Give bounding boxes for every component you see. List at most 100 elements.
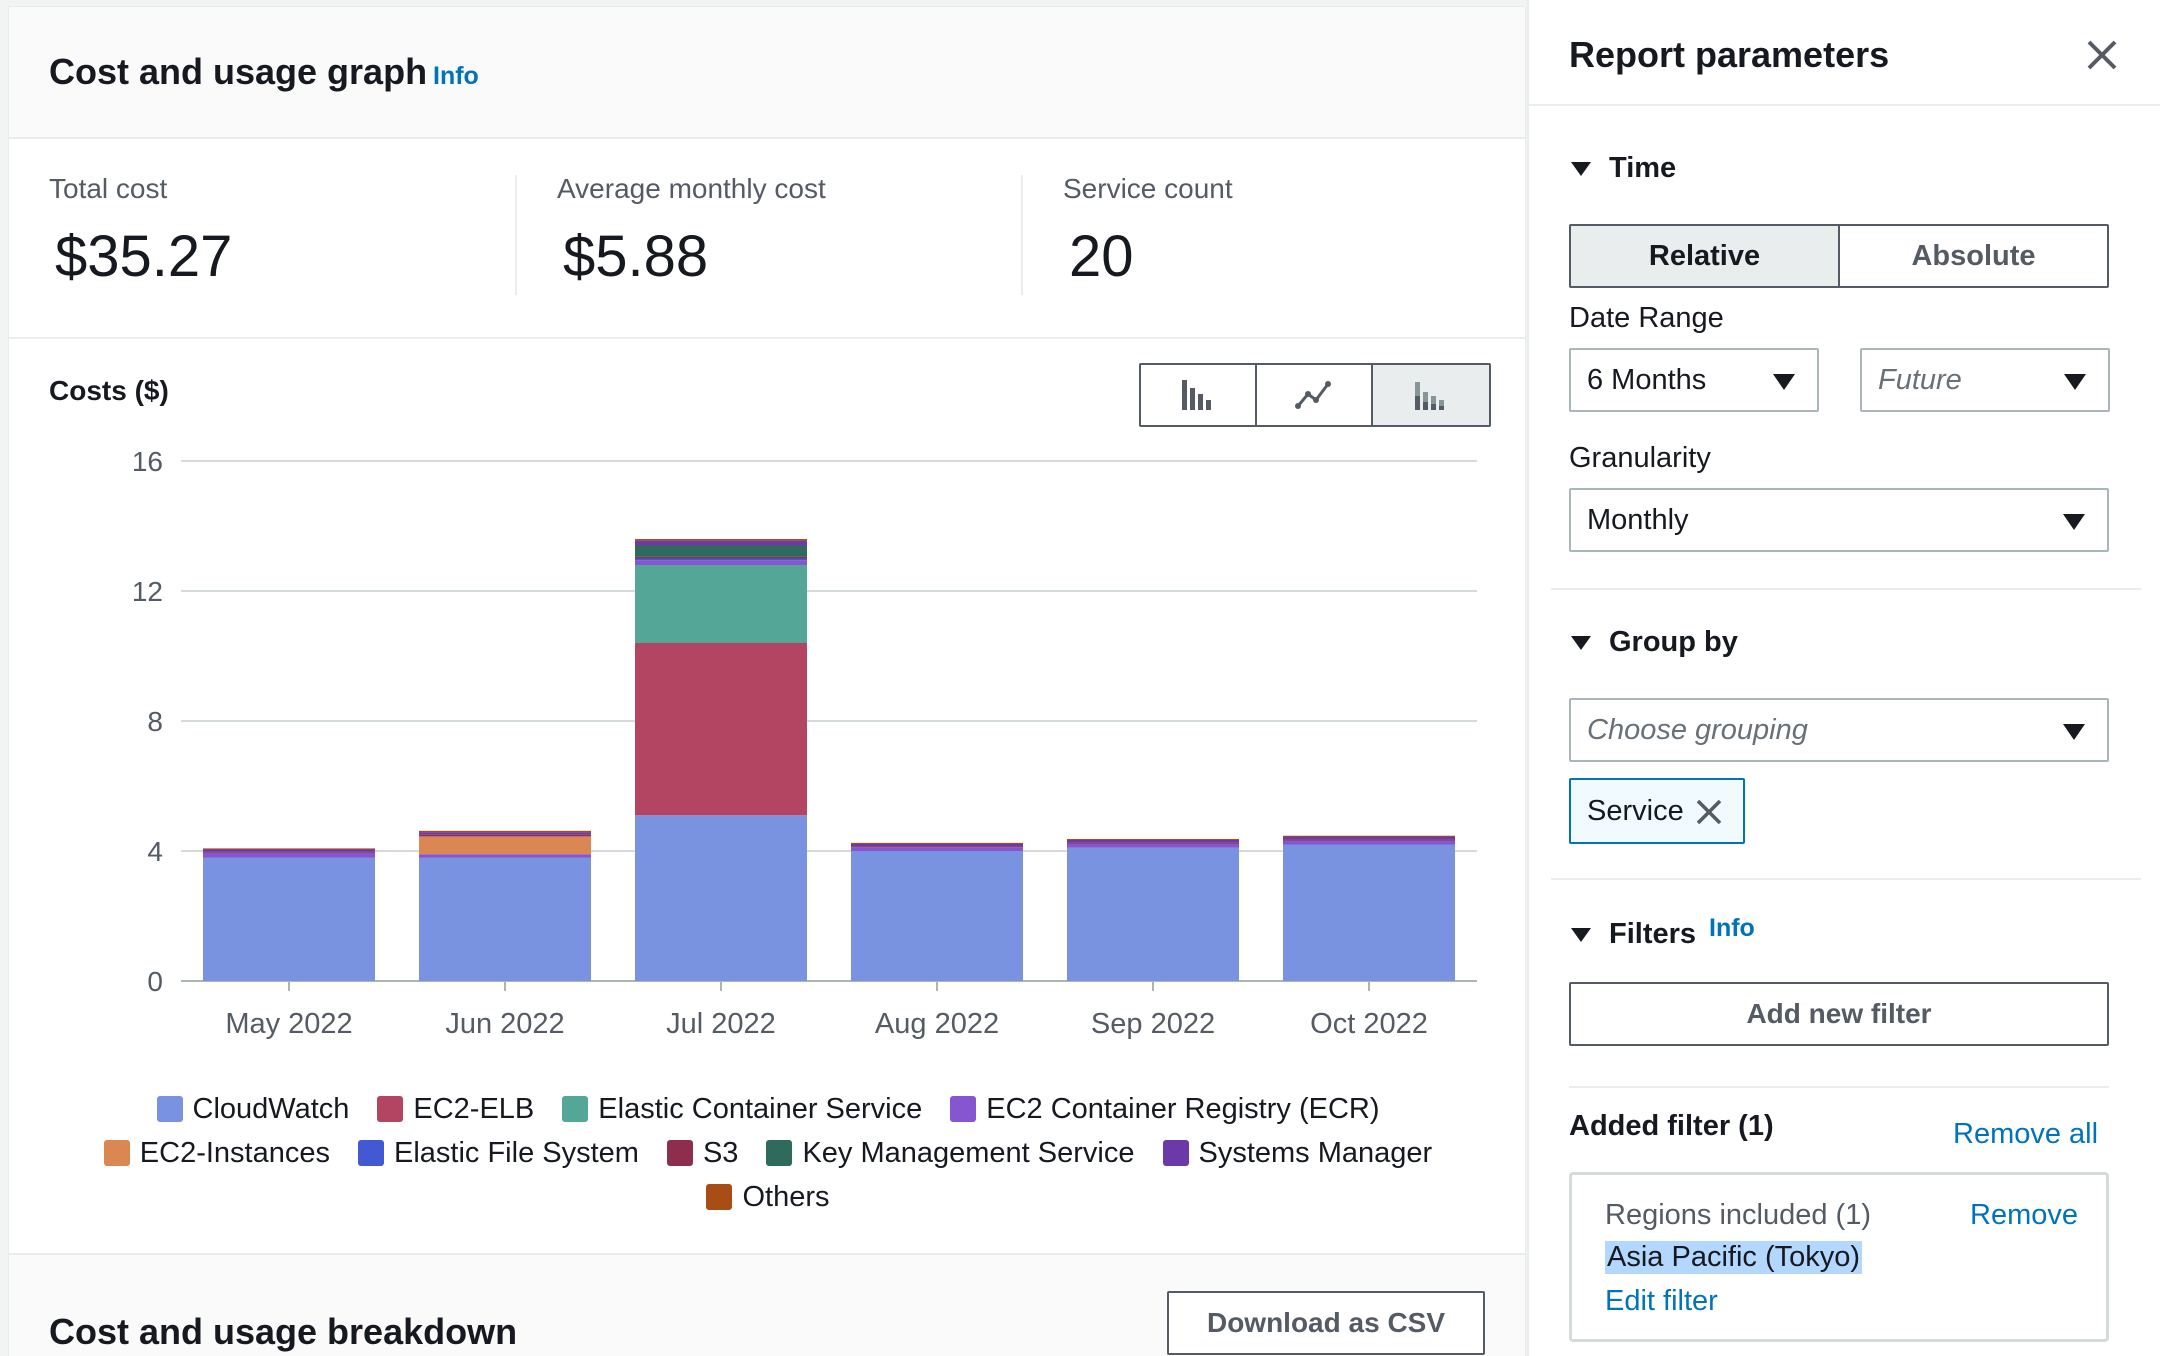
grouping-select[interactable]: Choose grouping xyxy=(1569,698,2109,762)
legend-item[interactable]: Others xyxy=(706,1180,830,1214)
x-tick-label: Oct 2022 xyxy=(1310,1008,1428,1040)
remove-token-icon[interactable] xyxy=(1695,798,1723,826)
bar-segment xyxy=(203,849,375,852)
y-tick-label: 0 xyxy=(147,966,163,997)
bar-segment xyxy=(635,560,807,565)
granularity-label: Granularity xyxy=(1569,442,1711,474)
bar-segment xyxy=(1283,836,1455,840)
kpi-summary: Total cost $35.27 Average monthly cost $… xyxy=(9,139,1525,339)
edit-filter-link[interactable]: Edit filter xyxy=(1605,1285,1718,1318)
bar-segment xyxy=(851,846,1023,848)
bar-segment xyxy=(419,830,591,833)
bar-segment xyxy=(635,558,807,561)
remove-all-link[interactable]: Remove all xyxy=(1953,1118,2098,1151)
bar-segment xyxy=(419,857,591,981)
bar-segment xyxy=(419,854,591,858)
legend-label: Elastic File System xyxy=(394,1136,639,1169)
bar-segment xyxy=(1067,838,1239,840)
close-icon[interactable] xyxy=(2077,30,2127,80)
legend-swatch xyxy=(766,1140,793,1166)
bar-segment xyxy=(203,848,375,850)
bar-segment xyxy=(851,851,1023,981)
bar-segment xyxy=(851,843,1023,847)
legend-swatch xyxy=(562,1096,589,1122)
legend-swatch xyxy=(377,1096,404,1122)
download-csv-button[interactable]: Download as CSV xyxy=(1167,1291,1485,1355)
bar-segment xyxy=(1283,835,1455,837)
future-select[interactable]: Future xyxy=(1860,348,2110,412)
group-by-section-toggle[interactable]: Group by xyxy=(1571,626,1738,659)
remove-filter-link[interactable]: Remove xyxy=(1970,1199,2078,1232)
y-tick-label: 8 xyxy=(147,706,163,737)
side-header: Report parameters xyxy=(1529,0,2160,106)
x-tick-label: May 2022 xyxy=(225,1008,352,1040)
time-mode-segmented-control: Relative Absolute xyxy=(1569,224,2109,288)
x-tick-label: Aug 2022 xyxy=(875,1008,999,1040)
select-value: Monthly xyxy=(1587,503,1689,536)
legend-item[interactable]: EC2-ELB xyxy=(377,1093,534,1126)
cost-usage-graph-panel: Cost and usage graph Info Total cost $35… xyxy=(8,6,1526,1356)
bar-segment xyxy=(635,815,807,981)
legend-swatch xyxy=(358,1140,384,1166)
bar-segment xyxy=(203,852,375,858)
select-value: 6 Months xyxy=(1587,363,1707,396)
breakdown-header: Cost and usage breakdown Download as CSV xyxy=(9,1253,1525,1356)
legend-item[interactable]: CloudWatch xyxy=(156,1093,349,1126)
filters-section-toggle[interactable]: Filters xyxy=(1571,918,1696,951)
granularity-select[interactable]: Monthly xyxy=(1569,488,2109,552)
legend-item[interactable]: EC2 Container Registry (ECR) xyxy=(950,1093,1380,1126)
legend-row: EC2-Instances Elastic File System S3 Key Ma… xyxy=(9,1131,1527,1175)
kpi-value: 20 xyxy=(1069,224,1134,289)
legend-label: Others xyxy=(742,1180,830,1213)
legend-item[interactable]: Key Management Service xyxy=(766,1136,1135,1170)
legend-item[interactable]: Systems Manager xyxy=(1162,1137,1432,1170)
kpi-label: Average monthly cost xyxy=(557,173,826,204)
add-new-filter-button[interactable]: Add new filter xyxy=(1569,982,2109,1046)
legend-label: Key Management Service xyxy=(802,1136,1135,1169)
legend-label: S3 xyxy=(702,1136,739,1169)
legend-item[interactable]: S3 xyxy=(666,1136,739,1170)
legend-label: EC2-ELB xyxy=(413,1092,535,1125)
bar-segment xyxy=(851,847,1023,851)
legend-item[interactable]: EC2-Instances xyxy=(103,1137,330,1170)
kpi-divider xyxy=(1021,175,1023,295)
bar-segment xyxy=(419,832,591,835)
legend-swatch xyxy=(666,1140,693,1166)
caret-down-icon xyxy=(2064,374,2086,390)
legend-item[interactable]: Elastic File System xyxy=(358,1137,639,1170)
filter-card-title: Regions included (1) xyxy=(1605,1199,1871,1231)
added-filter-label: Added filter (1) xyxy=(1569,1110,1774,1142)
bar-segment xyxy=(1283,839,1455,841)
kpi-label: Service count xyxy=(1063,173,1233,204)
absolute-option[interactable]: Absolute xyxy=(1840,226,2107,286)
token-label: Service xyxy=(1587,794,1684,827)
select-placeholder: Future xyxy=(1878,363,1962,396)
y-tick-label: 4 xyxy=(147,836,163,867)
legend-swatch xyxy=(1162,1140,1189,1166)
y-tick-label: 16 xyxy=(132,446,163,477)
caret-down-icon xyxy=(2063,514,2085,530)
kpi-service-count: Service count 20 xyxy=(1063,173,1233,293)
kpi-divider xyxy=(515,175,517,295)
kpi-average-monthly-cost: Average monthly cost $5.88 xyxy=(557,173,826,293)
legend-row: Others xyxy=(9,1175,1527,1219)
time-section-toggle[interactable]: Time xyxy=(1571,152,1676,185)
section-label: Filters xyxy=(1609,918,1697,950)
bar-segment xyxy=(1067,839,1239,843)
filters-info-link[interactable]: Info xyxy=(1709,914,1755,943)
chart-legend: CloudWatch EC2-ELB Elastic Container Servi… xyxy=(9,1087,1527,1219)
kpi-label: Total cost xyxy=(49,173,168,204)
relative-option[interactable]: Relative xyxy=(1571,226,1840,286)
caret-down-icon xyxy=(1571,927,1591,942)
select-placeholder: Choose grouping xyxy=(1587,713,1808,746)
date-range-select[interactable]: 6 Months xyxy=(1569,348,1819,412)
bar-segment xyxy=(851,842,1023,844)
info-link[interactable]: Info xyxy=(433,62,479,91)
y-tick-label: 12 xyxy=(132,576,163,607)
divider xyxy=(1551,878,2141,880)
legend-item[interactable]: Elastic Container Service xyxy=(562,1093,922,1126)
bar-segment xyxy=(635,539,807,541)
breakdown-title: Cost and usage breakdown xyxy=(49,1311,518,1352)
divider xyxy=(1551,588,2141,590)
filter-value: Asia Pacific (Tokyo) xyxy=(1605,1241,1863,1274)
